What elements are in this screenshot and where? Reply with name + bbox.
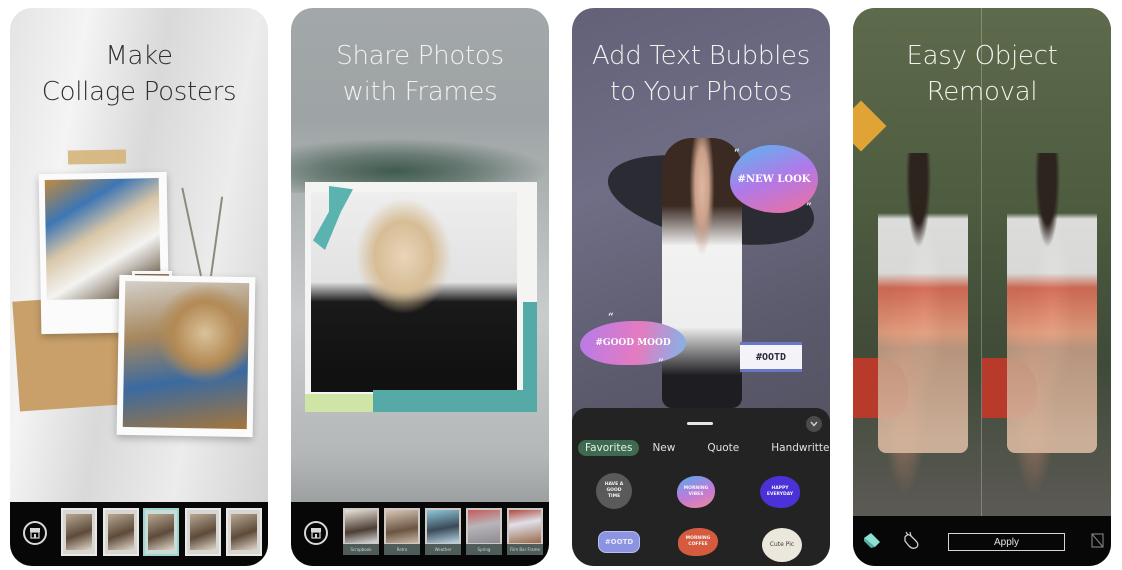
bubble-category-tabs: Favorites New Quote Handwritten: [578, 439, 830, 457]
frame-label: Scrapbook: [343, 544, 379, 555]
frame-bar: Scrapbook Retro Weather Spring Film Bar …: [291, 502, 549, 566]
thumbnail-image: [190, 514, 216, 550]
store-icon: [311, 528, 321, 539]
sticker-cute-pic[interactable]: Cute Pic: [762, 528, 802, 562]
frame-label: Weather: [425, 544, 461, 555]
quote-close-icon: ”: [658, 358, 664, 369]
tab-quote[interactable]: Quote: [700, 440, 746, 456]
collapse-panel-button[interactable]: [806, 416, 822, 432]
bubble-text: #OOTD: [755, 351, 787, 363]
woman-with-camera: [1007, 153, 1097, 453]
frame-label: Spring: [466, 544, 502, 555]
headline-line-2: to Your Photos: [610, 77, 792, 107]
template-thumbnail[interactable]: [103, 508, 139, 556]
bubble-text: #GOOD MOOD: [595, 338, 671, 348]
eraser-icon: [864, 533, 880, 548]
frame-preview: [468, 510, 500, 543]
tab-new[interactable]: New: [645, 440, 682, 456]
compare-icon: [1091, 533, 1104, 548]
sticker-morning-coffee[interactable]: MORNING COFFEE: [678, 528, 718, 556]
frame-label: Retro: [384, 544, 420, 555]
chevron-down-icon: [810, 421, 818, 427]
frame-preview: [509, 510, 541, 543]
text-bubbles-card: Add Text Bubbles to Your Photos #NEW LOO…: [572, 8, 830, 566]
frame-preview: [345, 510, 377, 543]
quote-open-icon: “: [734, 148, 740, 159]
object-removal-card: Easy Object Removal Apply: [853, 8, 1111, 566]
sticker-morning-vibes[interactable]: MORNING VIBES: [677, 476, 715, 508]
photo-straw-hat: [122, 280, 250, 430]
bubble-text: #NEW LOOK: [737, 173, 811, 185]
frame-preview: [386, 510, 418, 543]
headline-line-1: Easy Object: [906, 41, 1058, 71]
quote-close-icon: ”: [806, 202, 812, 213]
bubble-ootd[interactable]: #OOTD: [740, 342, 802, 372]
removal-toolbar: Apply: [853, 516, 1111, 566]
woman-with-camera: [878, 153, 968, 453]
headline-line-1: Add Text Bubbles: [592, 41, 810, 71]
bubble-good-mood[interactable]: #GOOD MOOD: [580, 321, 686, 365]
template-thumbnail[interactable]: [226, 508, 262, 556]
headline-line-2: Collage Posters: [41, 77, 237, 107]
hand-tool-button[interactable]: [901, 529, 923, 551]
frame-option[interactable]: Retro: [384, 508, 420, 555]
sticker-text: HAVE A GOOD TIME: [604, 482, 624, 499]
headline-line-1: Make: [105, 41, 173, 71]
text-bubble-picker: Favorites New Quote Handwritten HAVE A G…: [572, 408, 830, 566]
compare-button[interactable]: [1087, 529, 1109, 551]
sticker-text: #OOTD: [604, 538, 634, 546]
thumbnail-image: [231, 514, 257, 550]
frame-label: Film Bar Frame: [507, 544, 543, 555]
eraser-tool-button[interactable]: [861, 529, 883, 551]
template-thumbnail[interactable]: [185, 508, 221, 556]
photo-blonde-woman: [311, 192, 517, 392]
sticker-happy-everyday[interactable]: HAPPY EVERYDAY: [760, 476, 800, 508]
thumbnail-image: [108, 514, 134, 550]
sticker-text: HAPPY EVERYDAY: [766, 486, 794, 497]
teal-frame-strip: [373, 390, 537, 412]
tab-favorites[interactable]: Favorites: [578, 440, 640, 456]
dried-flower: [181, 187, 202, 277]
sticker-text: MORNING COFFEE: [685, 536, 711, 547]
sticker-ootd[interactable]: #OOTD: [598, 531, 640, 553]
framed-photo: [305, 182, 537, 412]
template-thumbnail[interactable]: [61, 508, 97, 556]
hand-icon: [904, 531, 919, 549]
collage-headline: Make Collage Posters: [10, 38, 268, 110]
frame-preview: [427, 510, 459, 543]
sticker-text: MORNING VIBES: [683, 486, 709, 497]
store-icon: [30, 528, 40, 539]
tab-handwritten[interactable]: Handwritten: [764, 440, 830, 456]
frame-store-button[interactable]: [304, 521, 328, 545]
bubble-new-look[interactable]: #NEW LOOK: [730, 145, 818, 213]
object-removal-headline: Easy Object Removal: [853, 38, 1111, 110]
sticker-text: Cute Pic: [769, 541, 795, 548]
polaroid-hat: [116, 274, 256, 438]
frame-option[interactable]: Film Bar Frame: [507, 508, 543, 555]
tape-strip: [67, 149, 127, 165]
template-store-button[interactable]: [23, 521, 47, 545]
sticker-have-a-good-time[interactable]: HAVE A GOOD TIME: [596, 473, 632, 509]
apply-button[interactable]: Apply: [948, 533, 1065, 551]
teal-frame-side: [523, 302, 537, 412]
thumbnail-image: [66, 514, 92, 550]
frames-headline: Share Photos with Frames: [291, 38, 549, 110]
drag-handle[interactable]: [687, 422, 713, 425]
thumbnail-image: [148, 514, 174, 550]
lime-frame-strip: [305, 394, 373, 412]
frame-option[interactable]: Scrapbook: [343, 508, 379, 555]
template-bar: [10, 502, 268, 566]
frame-option[interactable]: Spring: [466, 508, 502, 555]
dried-flower: [210, 196, 224, 277]
headline-line-1: Share Photos: [336, 41, 504, 71]
template-thumbnail-selected[interactable]: [143, 508, 179, 556]
frames-card: Share Photos with Frames Scrapbook Retro…: [291, 8, 549, 566]
quote-open-icon: “: [608, 312, 614, 323]
text-bubbles-headline: Add Text Bubbles to Your Photos: [572, 38, 830, 110]
frame-option[interactable]: Weather: [425, 508, 461, 555]
collage-posters-card: Make Collage Posters: [10, 8, 268, 566]
headline-line-2: Removal: [926, 77, 1038, 107]
headline-line-2: with Frames: [342, 77, 498, 107]
